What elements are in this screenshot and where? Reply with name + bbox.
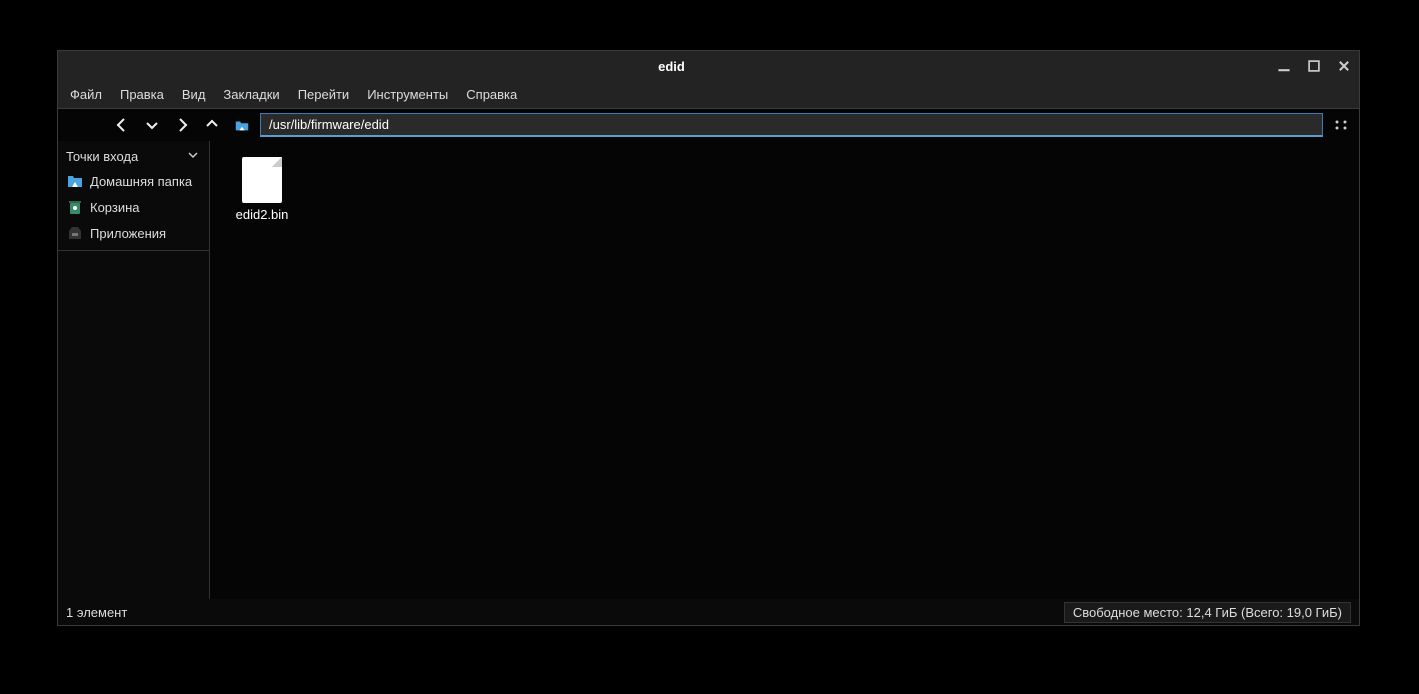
toolbar (58, 109, 1359, 141)
sidebar-separator (58, 250, 209, 251)
close-button[interactable] (1337, 59, 1351, 73)
status-disk-space: Свободное место: 12,4 ГиБ (Всего: 19,0 Г… (1064, 602, 1351, 623)
body-area: Точки входа Домашняя папка Корзина (58, 141, 1359, 599)
menu-edit[interactable]: Правка (112, 83, 172, 106)
home-folder-icon (66, 172, 84, 190)
sidebar-item-label: Домашняя папка (90, 174, 192, 189)
address-bar[interactable] (260, 113, 1323, 137)
nav-history-button[interactable] (140, 113, 164, 137)
menu-file[interactable]: Файл (62, 83, 110, 106)
titlebar[interactable]: edid (58, 51, 1359, 81)
maximize-button[interactable] (1307, 59, 1321, 73)
menu-view[interactable]: Вид (174, 83, 214, 106)
sidebar-item-apps[interactable]: Приложения (58, 220, 209, 246)
sidebar-header[interactable]: Точки входа (58, 141, 209, 168)
statusbar: 1 элемент Свободное место: 12,4 ГиБ (Все… (58, 599, 1359, 625)
nav-back-button[interactable] (110, 113, 134, 137)
sidebar-item-trash[interactable]: Корзина (58, 194, 209, 220)
menubar: Файл Правка Вид Закладки Перейти Инструм… (58, 81, 1359, 109)
sidebar-header-label: Точки входа (66, 149, 138, 164)
nav-forward-button[interactable] (170, 113, 194, 137)
menu-bookmarks[interactable]: Закладки (215, 83, 287, 106)
status-item-count: 1 элемент (66, 605, 127, 620)
window-controls (1277, 59, 1351, 73)
view-options-button[interactable] (1329, 113, 1353, 137)
sidebar-item-label: Приложения (90, 226, 166, 241)
nav-up-button[interactable] (200, 113, 224, 137)
file-label: edid2.bin (236, 207, 289, 222)
file-view[interactable]: edid2.bin (210, 141, 1359, 599)
file-manager-window: edid Файл Правка Вид Закладки Перейти Ин… (57, 50, 1360, 626)
minimize-button[interactable] (1277, 59, 1291, 73)
window-title: edid (66, 59, 1277, 74)
menu-go[interactable]: Перейти (290, 83, 358, 106)
sidebar-item-label: Корзина (90, 200, 140, 215)
file-icon (242, 157, 282, 203)
trash-icon (66, 198, 84, 216)
sidebar: Точки входа Домашняя папка Корзина (58, 141, 210, 599)
chevron-down-icon (187, 149, 199, 164)
menu-tools[interactable]: Инструменты (359, 83, 456, 106)
file-item[interactable]: edid2.bin (222, 153, 302, 226)
apps-icon (66, 224, 84, 242)
menu-help[interactable]: Справка (458, 83, 525, 106)
sidebar-item-home[interactable]: Домашняя папка (58, 168, 209, 194)
nav-home-button[interactable] (230, 113, 254, 137)
